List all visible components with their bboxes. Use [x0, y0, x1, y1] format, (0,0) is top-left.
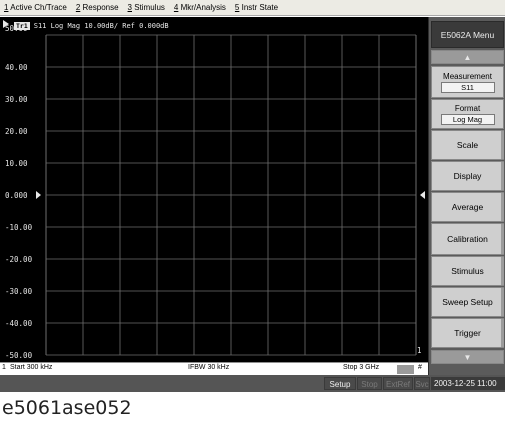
- softkey-display[interactable]: Display: [431, 161, 504, 191]
- status-hash: #: [418, 364, 422, 371]
- y-axis-tick-label: 10.00: [5, 159, 28, 168]
- analyzer-window: 1 Active Ch/Trace 2 Response 3 Stimulus …: [0, 0, 505, 393]
- trace-number-label: 1: [417, 346, 422, 355]
- y-axis-tick-label: -10.00: [5, 223, 33, 232]
- active-trace-pointer-icon: [3, 20, 9, 28]
- up-arrow-icon: ▲: [463, 52, 472, 62]
- trace-header[interactable]: Tr1 S11 Log Mag 10.00dB/ Ref 0.000dB: [14, 20, 169, 32]
- y-axis-tick-label: -30.00: [5, 287, 33, 296]
- ifbw-value[interactable]: IFBW 30 kHz: [188, 364, 229, 371]
- trace-plot: 50.0040.0030.0020.0010.000.000-10.00-20.…: [5, 24, 425, 360]
- menu-instr-state[interactable]: 5 Instr State: [235, 3, 278, 12]
- start-frequency[interactable]: Start 300 kHz: [10, 364, 52, 371]
- y-axis-tick-label: -20.00: [5, 255, 33, 264]
- softkey-scroll-up-button[interactable]: ▲: [431, 50, 504, 64]
- instrument-status-bar: Setup Stop ExtRef Svc 2003-12-25 11:00: [0, 375, 505, 392]
- reference-marker-left-icon[interactable]: [36, 191, 41, 199]
- down-arrow-icon: ▼: [463, 352, 472, 362]
- menu-stimulus[interactable]: 3 Stimulus: [128, 3, 165, 12]
- softkey-calibration[interactable]: Calibration: [431, 223, 504, 255]
- setup-indicator[interactable]: Setup: [324, 377, 356, 390]
- softkey-scale[interactable]: Scale: [431, 130, 504, 160]
- reference-marker-right-icon[interactable]: [420, 191, 425, 199]
- stop-frequency[interactable]: Stop 3 GHz: [343, 364, 379, 371]
- stop-indicator: Stop: [357, 377, 382, 390]
- svc-indicator: Svc: [414, 377, 430, 390]
- measurement-screen[interactable]: 50.0040.0030.0020.0010.000.000-10.00-20.…: [0, 17, 428, 362]
- y-axis-tick-label: 20.00: [5, 127, 28, 136]
- softkey-trigger[interactable]: Trigger: [431, 318, 504, 348]
- softkey-average[interactable]: Average: [431, 192, 504, 222]
- softkey-stimulus[interactable]: Stimulus: [431, 256, 504, 286]
- trace-badge: Tr1: [14, 22, 30, 30]
- y-axis-tick-label: 40.00: [5, 63, 28, 72]
- figure-caption: e5061ase052: [2, 397, 132, 419]
- softkey-sweep-setup[interactable]: Sweep Setup: [431, 287, 504, 317]
- softkey-panel: E5062A Menu ▲ Measurement S11 Format Log…: [428, 17, 505, 375]
- trace-header-text: S11 Log Mag 10.00dB/ Ref 0.000dB: [33, 22, 169, 30]
- y-axis-tick-label: 30.00: [5, 95, 28, 104]
- y-axis-tick-label: 0.000: [5, 191, 28, 200]
- menu-active-ch-trace[interactable]: 1 Active Ch/Trace: [4, 3, 67, 12]
- date-time-display: 2003-12-25 11:00: [431, 377, 505, 390]
- channel-number: 1: [2, 364, 6, 371]
- softkey-format[interactable]: Format Log Mag: [431, 99, 504, 129]
- channel-status-line: 1 Start 300 kHz IFBW 30 kHz Stop 3 GHz #: [0, 362, 428, 374]
- sweep-status-badge: [397, 365, 414, 374]
- menu-mkr-analysis[interactable]: 4 Mkr/Analysis: [174, 3, 226, 12]
- softkey-measurement[interactable]: Measurement S11: [431, 66, 504, 98]
- y-axis-tick-label: -50.00: [5, 351, 33, 360]
- extref-indicator: ExtRef: [383, 377, 413, 390]
- y-axis-tick-label: -40.00: [5, 319, 33, 328]
- softkey-menu-title: E5062A Menu: [431, 21, 504, 48]
- menu-response[interactable]: 2 Response: [76, 3, 119, 12]
- menu-bar: 1 Active Ch/Trace 2 Response 3 Stimulus …: [0, 0, 505, 16]
- softkey-scroll-down-button[interactable]: ▼: [431, 350, 504, 364]
